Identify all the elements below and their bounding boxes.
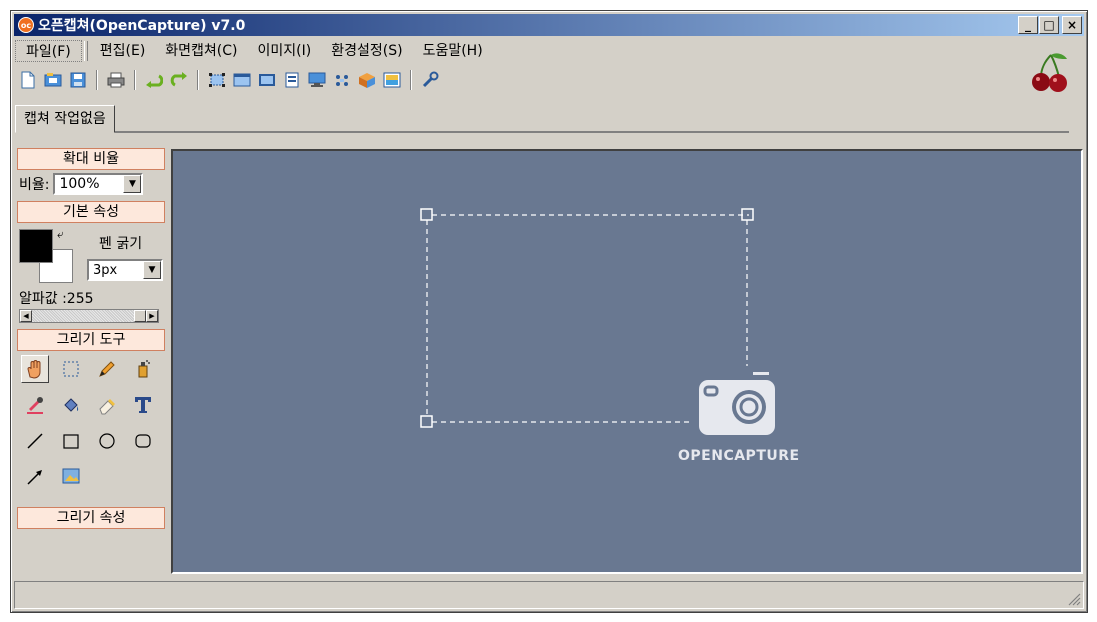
menu-bar: 파일(F) 편집(E) 화면캡쳐(C) 이미지(I) 환경설정(S) 도움말(H… — [15, 39, 493, 63]
cherry-logo — [1027, 51, 1073, 95]
menu-settings[interactable]: 환경설정(S) — [321, 40, 412, 62]
zoom-row: 비율: 100% ▼ — [15, 170, 167, 198]
basic-section-header: 기본 속성 — [17, 201, 165, 223]
toolbar-separator — [410, 70, 412, 90]
redo-icon[interactable] — [168, 69, 190, 91]
rounded-rect-icon[interactable] — [129, 427, 157, 455]
hand-icon[interactable] — [21, 355, 49, 383]
status-bar — [14, 581, 1084, 609]
open-folder-icon[interactable] — [42, 69, 64, 91]
empty-canvas-logo — [420, 208, 775, 435]
maximize-button[interactable]: □ — [1039, 16, 1059, 34]
image-edit-icon[interactable] — [381, 69, 403, 91]
app-icon: oc — [18, 17, 34, 33]
foreground-color-swatch[interactable] — [19, 229, 53, 263]
line-icon[interactable] — [21, 427, 49, 455]
draw-props-section-header: 그리기 속성 — [17, 507, 165, 529]
app-window: oc 오픈캡쳐(OpenCapture) v7.0 _ □ × 파일(F) 편집… — [10, 10, 1088, 613]
capture-region-icon[interactable] — [206, 69, 228, 91]
alpha-row: 알파값 :255 — [15, 287, 167, 309]
capture-full-icon[interactable] — [256, 69, 278, 91]
capture-multi-icon[interactable] — [331, 69, 353, 91]
package-icon[interactable] — [356, 69, 378, 91]
zoom-select[interactable]: 100% ▼ — [53, 173, 144, 195]
menu-image[interactable]: 이미지(I) — [248, 40, 322, 62]
menu-help[interactable]: 도움말(H) — [413, 40, 493, 62]
zoom-section-header: 확대 비율 — [17, 148, 165, 170]
pen-width-value: 3px — [93, 262, 118, 278]
tab-no-capture[interactable]: 캡쳐 작업없음 — [15, 105, 115, 133]
print-icon[interactable] — [105, 69, 127, 91]
title-bar[interactable]: oc 오픈캡쳐(OpenCapture) v7.0 _ □ × — [14, 14, 1084, 36]
paint-bucket-icon[interactable] — [57, 391, 85, 419]
rectangle-icon[interactable] — [57, 427, 85, 455]
arrow-right-icon[interactable]: ▶ — [146, 310, 158, 322]
save-icon[interactable] — [67, 69, 89, 91]
window-title: 오픈캡쳐(OpenCapture) v7.0 — [38, 18, 246, 34]
arrow-left-icon[interactable]: ◀ — [20, 310, 32, 322]
minimize-button[interactable]: _ — [1018, 16, 1038, 34]
close-button[interactable]: × — [1062, 16, 1082, 34]
camera-icon — [699, 372, 775, 435]
tab-strip: 캡쳐 작업없음 — [15, 105, 1069, 133]
toolbar-separator — [197, 70, 199, 90]
left-panel: 확대 비율 비율: 100% ▼ 기본 속성 ⤶ 펜 굵기 3px ▼ 알파값 … — [15, 148, 167, 571]
toolbar-separator — [96, 70, 98, 90]
selection-icon[interactable] — [57, 355, 85, 383]
ellipse-icon[interactable] — [93, 427, 121, 455]
toolbar — [17, 67, 441, 93]
undo-icon[interactable] — [143, 69, 165, 91]
image-insert-icon[interactable] — [57, 463, 85, 491]
pen-width-label: 펜 굵기 — [99, 236, 143, 252]
chevron-down-icon[interactable]: ▼ — [123, 175, 142, 193]
menu-grip[interactable] — [83, 41, 88, 61]
opencapture-logo-text: OPENCAPTURE — [678, 448, 800, 464]
eraser-icon[interactable] — [93, 391, 121, 419]
spray-icon[interactable] — [129, 355, 157, 383]
menu-file[interactable]: 파일(F) — [15, 40, 82, 62]
menu-edit[interactable]: 편집(E) — [90, 40, 156, 62]
window-controls: _ □ × — [1017, 16, 1082, 34]
chevron-down-icon[interactable]: ▼ — [143, 261, 161, 279]
drawing-tools — [15, 351, 167, 497]
tools-section-header: 그리기 도구 — [17, 329, 165, 351]
text-tool-icon[interactable] — [129, 391, 157, 419]
alpha-slider[interactable]: ◀ ▶ — [19, 309, 159, 323]
pencil-icon[interactable] — [93, 355, 121, 383]
alpha-label: 알파값 :255 — [19, 291, 94, 307]
zoom-label: 비율: — [19, 177, 50, 193]
eyedropper-icon[interactable] — [21, 391, 49, 419]
color-pen-area: ⤶ 펜 굵기 3px ▼ — [15, 223, 167, 287]
capture-fixed-icon[interactable] — [306, 69, 328, 91]
toolbar-separator — [134, 70, 136, 90]
new-file-icon[interactable] — [17, 69, 39, 91]
slider-thumb[interactable] — [134, 310, 146, 322]
resize-grip-icon[interactable] — [1067, 592, 1081, 606]
pen-width-select[interactable]: 3px ▼ — [87, 259, 163, 281]
capture-scroll-icon[interactable] — [281, 69, 303, 91]
arrow-icon[interactable] — [21, 463, 49, 491]
zoom-value: 100% — [59, 176, 100, 192]
menu-capture[interactable]: 화면캡쳐(C) — [155, 40, 247, 62]
swap-colors-icon[interactable]: ⤶ — [57, 227, 64, 242]
wrench-icon[interactable] — [419, 69, 441, 91]
capture-canvas[interactable]: OPENCAPTURE — [171, 149, 1083, 574]
capture-window-icon[interactable] — [231, 69, 253, 91]
